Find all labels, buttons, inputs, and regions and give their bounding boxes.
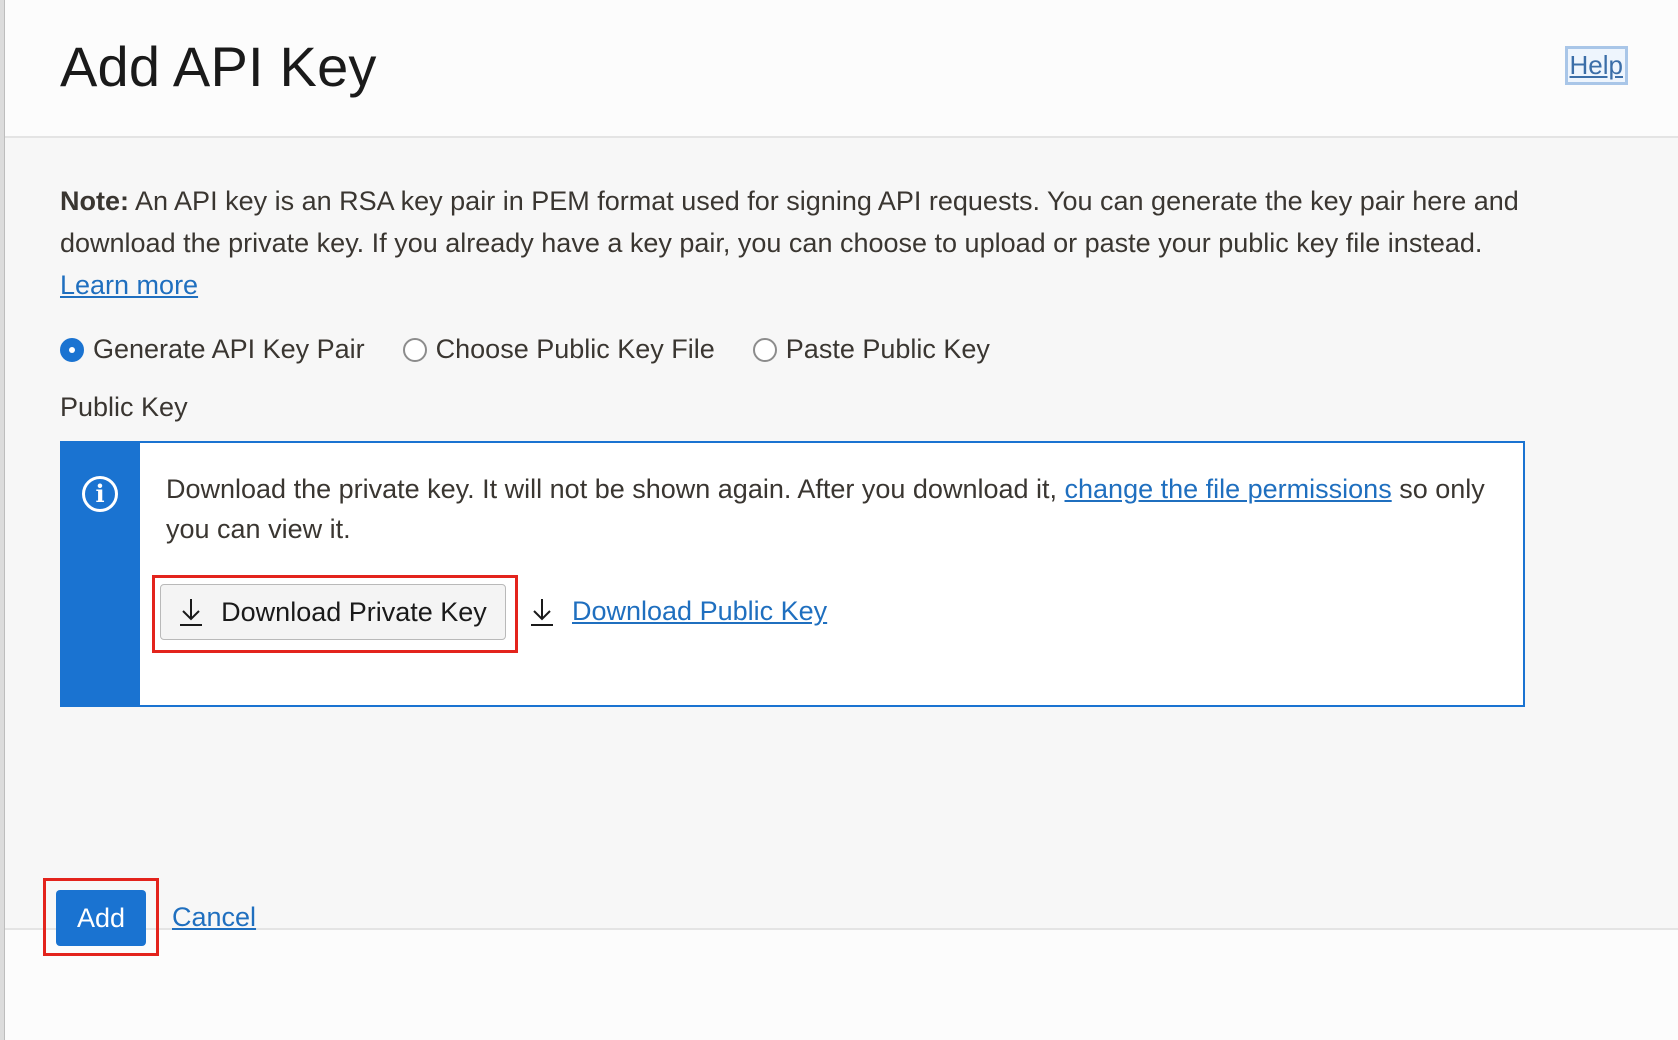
radio-button-paste[interactable]	[752, 337, 777, 362]
radio-label-generate: Generate API Key Pair	[93, 334, 365, 364]
radio-button-generate[interactable]	[60, 337, 84, 362]
radio-button-choose-file[interactable]	[402, 337, 427, 362]
page-title: Add API Key	[60, 35, 377, 98]
info-stripe: i	[62, 443, 140, 705]
download-public-key-link[interactable]: Download Public Key	[530, 596, 827, 627]
info-text-before: Download the private key. It will not be…	[166, 474, 1065, 504]
help-link[interactable]: Help	[1564, 46, 1628, 85]
download-private-key-label: Download Private Key	[221, 596, 487, 627]
info-circle-icon: i	[82, 476, 118, 512]
learn-more-link[interactable]: Learn more	[60, 270, 198, 300]
radio-option-generate[interactable]: Generate API Key Pair	[60, 334, 365, 365]
note-text: An API key is an RSA key pair in PEM for…	[60, 186, 1519, 258]
dialog-header: Add API Key Help	[5, 0, 1678, 138]
add-button[interactable]: Add	[56, 890, 146, 946]
radio-label-choose-file: Choose Public Key File	[435, 334, 715, 364]
radio-option-choose-file[interactable]: Choose Public Key File	[402, 334, 715, 365]
public-key-label: Public Key	[60, 392, 188, 422]
download-arrow-icon	[531, 598, 553, 626]
info-message-text: Download the private key. It will not be…	[166, 469, 1496, 549]
cancel-link[interactable]: Cancel	[172, 902, 256, 933]
change-file-permissions-link[interactable]: change the file permissions	[1065, 474, 1392, 504]
download-private-key-button[interactable]: Download Private Key	[160, 584, 506, 640]
note-paragraph: Note: An API key is an RSA key pair in P…	[60, 180, 1620, 306]
dialog-body: Note: An API key is an RSA key pair in P…	[5, 138, 1678, 927]
key-source-radio-group: Generate API Key Pair Choose Public Key …	[60, 334, 1028, 365]
download-public-key-label: Download Public Key	[572, 596, 828, 626]
radio-option-paste[interactable]: Paste Public Key	[752, 334, 990, 365]
info-message-box: i Download the private key. It will not …	[60, 441, 1525, 707]
dialog-footer	[5, 928, 1678, 1040]
note-label: Note:	[60, 186, 129, 216]
radio-label-paste: Paste Public Key	[785, 334, 990, 364]
download-arrow-icon	[180, 599, 203, 626]
